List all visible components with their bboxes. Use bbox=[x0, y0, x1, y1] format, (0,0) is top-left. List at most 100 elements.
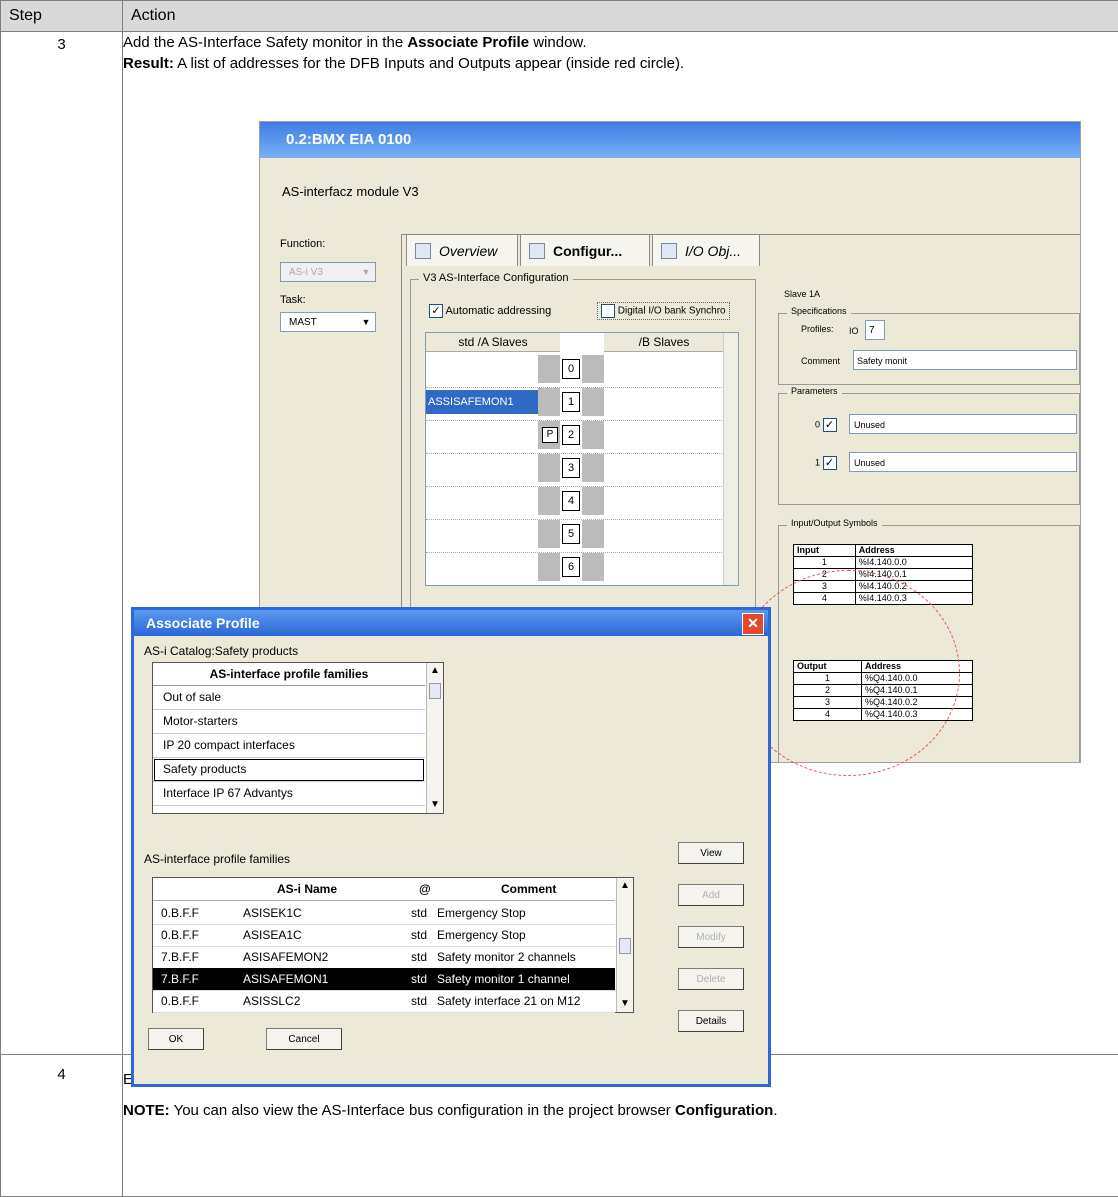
list-item[interactable]: Motor-starters bbox=[153, 710, 425, 734]
scroll-down-icon[interactable]: ▼ bbox=[427, 797, 443, 813]
slot-a[interactable] bbox=[538, 388, 560, 416]
scroll-up-icon[interactable]: ▲ bbox=[617, 878, 633, 894]
add-button[interactable]: Add bbox=[678, 884, 744, 906]
tab-io-objects[interactable]: I/O Obj... bbox=[652, 234, 760, 266]
slot-b[interactable] bbox=[582, 421, 604, 449]
scroll-thumb[interactable] bbox=[429, 683, 441, 699]
slave-address: 3 bbox=[562, 458, 580, 478]
details-button[interactable]: Details bbox=[678, 1010, 744, 1032]
table-row[interactable]: 0.B.F.F ASISEA1C std Emergency Stop bbox=[153, 924, 615, 947]
slot-a[interactable] bbox=[538, 553, 560, 581]
parameters-group: Parameters 0 ✓ Unused 1 ✓ Unused bbox=[778, 386, 1080, 505]
slot-b[interactable] bbox=[582, 553, 604, 581]
comment-field[interactable]: Safety monit bbox=[853, 350, 1077, 370]
table-label: AS-interface profile families bbox=[144, 852, 291, 866]
slave-label: Slave 1A bbox=[784, 289, 821, 299]
checkmark-icon: ✓ bbox=[429, 304, 443, 318]
slot-a[interactable] bbox=[538, 487, 560, 515]
list-item[interactable]: Interface IP 67 Advantys bbox=[153, 782, 425, 806]
parameter-0-select[interactable]: Unused bbox=[849, 414, 1077, 434]
table-row[interactable]: 7.B.F.F ASISAFEMON2 std Safety monitor 2 ch… bbox=[153, 946, 615, 969]
io-objects-icon bbox=[661, 243, 677, 259]
digital-bank-checkbox[interactable]: Digital I/O bank Synchro bbox=[597, 302, 730, 320]
action-column-header: Action bbox=[122, 0, 1118, 32]
asi-name: ASISEA1C bbox=[243, 928, 302, 942]
input-address: %I4.140.0.0 bbox=[854, 556, 974, 569]
slave-name[interactable]: ASSISAFEMON1 bbox=[426, 390, 538, 414]
at-header: @ bbox=[419, 882, 431, 896]
parameter-1[interactable]: 1 ✓ bbox=[815, 456, 837, 470]
profile-type: std bbox=[411, 950, 428, 964]
table-row[interactable]: 5 bbox=[426, 518, 726, 553]
profile-code: 0.B.F.F bbox=[161, 994, 200, 1008]
cancel-button[interactable]: Cancel bbox=[266, 1028, 342, 1050]
step3-result: Result: A list of addresses for the DFB … bbox=[123, 55, 685, 72]
asi-name: ASISEK1C bbox=[243, 906, 302, 920]
table-scrollbar[interactable]: ▲ ▼ bbox=[616, 878, 633, 1012]
associate-profile-dialog: Associate Profile ✕ AS-i Catalog:Safety … bbox=[131, 607, 771, 1087]
delete-button[interactable]: Delete bbox=[678, 968, 744, 990]
step-number: 3 bbox=[0, 31, 123, 1055]
slot-b[interactable] bbox=[582, 454, 604, 482]
slot-b[interactable] bbox=[582, 487, 604, 515]
scroll-thumb[interactable] bbox=[619, 938, 631, 954]
empty-checkbox-icon bbox=[601, 304, 615, 318]
slot-b[interactable] bbox=[582, 355, 604, 383]
slot-a[interactable] bbox=[538, 355, 560, 383]
asi-name: ASISAFEMON1 bbox=[243, 972, 329, 986]
grid-scrollbar[interactable] bbox=[723, 333, 738, 585]
profiles-field[interactable]: 7 bbox=[865, 320, 885, 340]
tab-configuration[interactable]: Configur... bbox=[520, 234, 650, 266]
table-row[interactable]: 7.B.F.F ASISAFEMON1 std Safety monitor 1 ch… bbox=[153, 968, 615, 991]
task-select[interactable]: MAST ▼ bbox=[280, 312, 376, 332]
table-row[interactable]: 0 bbox=[426, 353, 726, 388]
input-index: 1 bbox=[793, 556, 856, 569]
function-select[interactable]: AS-i V3 ▼ bbox=[280, 262, 376, 282]
module-window-title: 0.2:BMX EIA 0100 bbox=[260, 122, 1080, 158]
slot-b[interactable] bbox=[582, 520, 604, 548]
slot-a[interactable] bbox=[538, 520, 560, 548]
table-row[interactable]: 2P bbox=[426, 419, 726, 454]
parameter-1-select[interactable]: Unused bbox=[849, 452, 1077, 472]
slave-address: 1 bbox=[562, 392, 580, 412]
comment-header: Comment bbox=[501, 882, 557, 896]
table-row[interactable]: ASSISAFEMON1 1 bbox=[426, 386, 726, 421]
view-button[interactable]: View bbox=[678, 842, 744, 864]
scroll-down-icon[interactable]: ▼ bbox=[617, 996, 633, 1012]
profile-type: std bbox=[411, 906, 428, 920]
slave-address: 6 bbox=[562, 557, 580, 577]
profile-comment: Emergency Stop bbox=[437, 906, 526, 920]
profile-comment: Emergency Stop bbox=[437, 928, 526, 942]
slave-address: 0 bbox=[562, 359, 580, 379]
step-number: 4 bbox=[0, 1054, 123, 1197]
slot-a[interactable] bbox=[538, 454, 560, 482]
tab-overview[interactable]: Overview bbox=[406, 234, 518, 266]
asi-name: ASISAFEMON2 bbox=[243, 950, 329, 964]
list-item[interactable]: IP 20 compact interfaces bbox=[153, 734, 425, 758]
table-row[interactable]: 6 bbox=[426, 551, 726, 585]
io-symbols-title: Input/Output Symbols bbox=[787, 518, 882, 528]
parameter-0[interactable]: 0 ✓ bbox=[815, 418, 837, 432]
list-item[interactable]: Out of sale bbox=[153, 686, 425, 710]
slot-b[interactable] bbox=[582, 388, 604, 416]
ok-button[interactable]: OK bbox=[148, 1028, 204, 1050]
profile-type: std bbox=[411, 928, 428, 942]
modify-button[interactable]: Modify bbox=[678, 926, 744, 948]
list-scrollbar[interactable]: ▲ ▼ bbox=[426, 663, 443, 813]
table-row[interactable]: 0.B.F.F ASISEK1C std Emergency Stop bbox=[153, 902, 615, 925]
close-icon[interactable]: ✕ bbox=[742, 613, 764, 635]
checkmark-icon: ✓ bbox=[822, 456, 837, 470]
step4-note: NOTE: You can also view the AS-Interface… bbox=[123, 1102, 778, 1119]
table-row[interactable]: 3 bbox=[426, 452, 726, 487]
dialog-title: Associate Profile bbox=[134, 610, 768, 636]
profile-code: 7.B.F.F bbox=[161, 950, 200, 964]
input-column-header: Input bbox=[793, 544, 856, 557]
scroll-up-icon[interactable]: ▲ bbox=[427, 663, 443, 679]
slaves-grid: std /A Slaves /B Slaves 0 ASSISAFEMON1 1 2 P… bbox=[425, 332, 739, 586]
table-row[interactable]: 0.B.F.F ASISSLC2 std Safety interface 21 on… bbox=[153, 990, 615, 1013]
table-row[interactable]: 4 bbox=[426, 485, 726, 520]
profile-tag: P bbox=[542, 427, 558, 443]
list-item[interactable]: Safety products bbox=[153, 758, 425, 782]
profile-type: std bbox=[411, 994, 428, 1008]
automatic-addressing-checkbox[interactable]: ✓ Automatic addressing bbox=[429, 304, 551, 318]
